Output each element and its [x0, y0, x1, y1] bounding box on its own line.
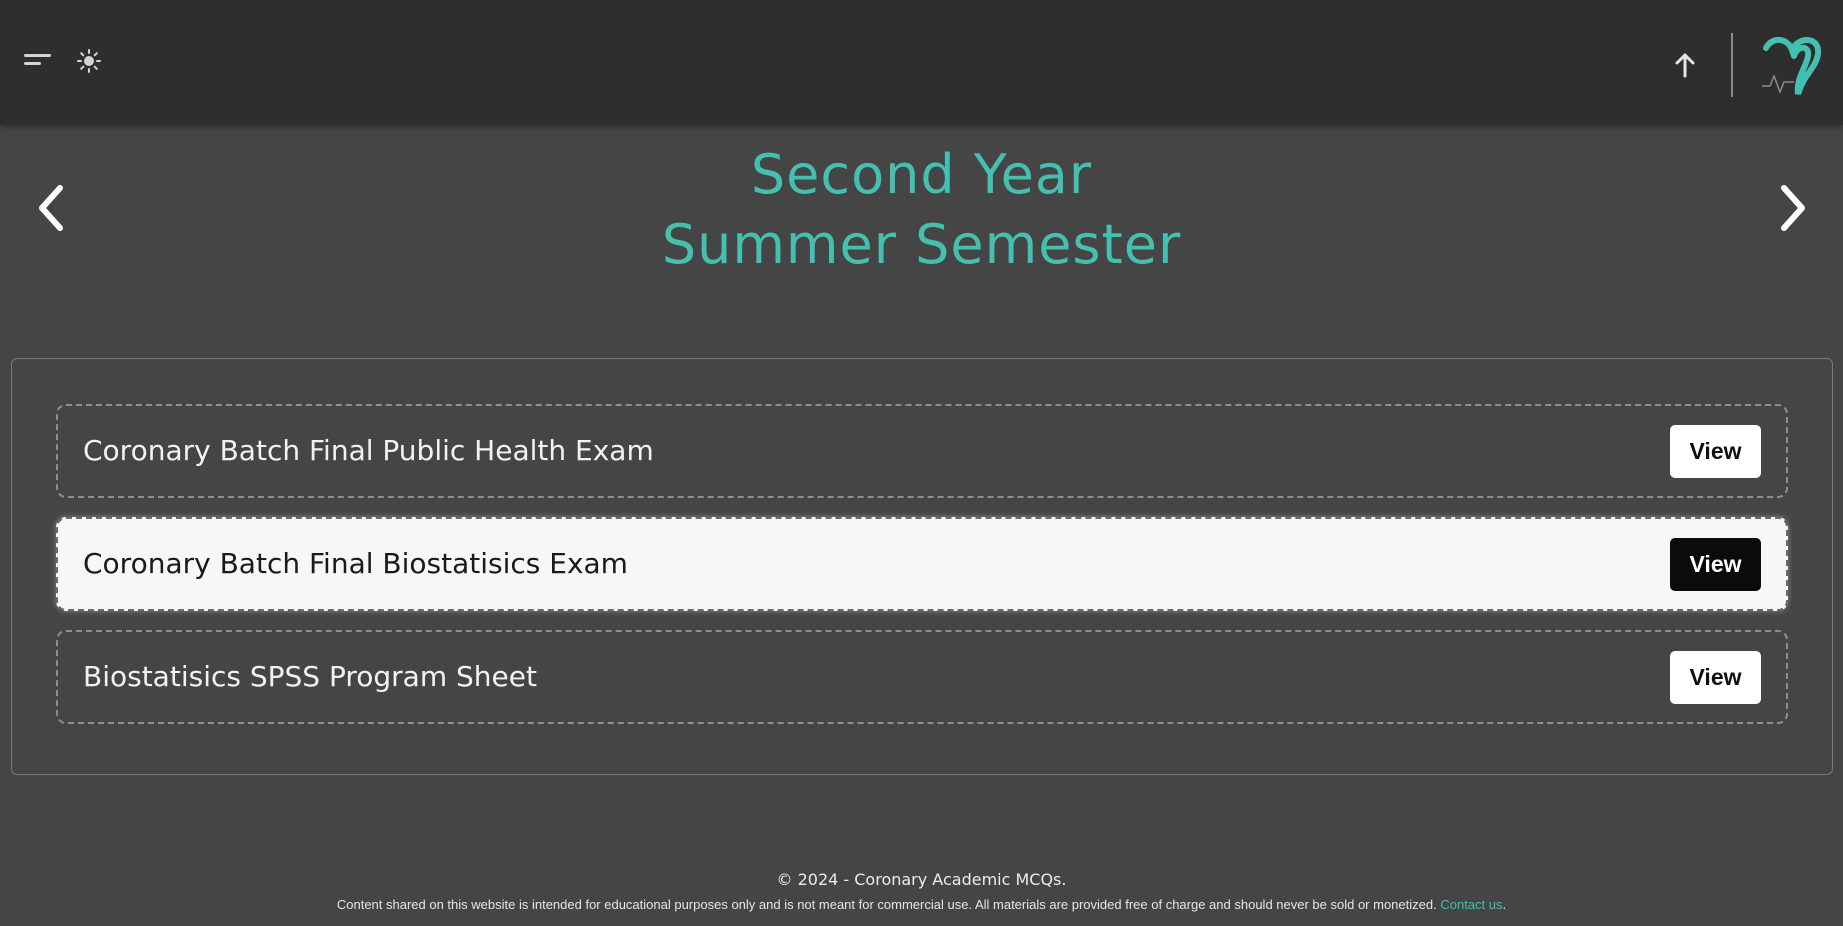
sun-icon[interactable] — [76, 48, 102, 74]
item-title: Biostatisics SPSS Program Sheet — [83, 660, 537, 693]
footer-copyright: © 2024 - Coronary Academic MCQs. — [776, 870, 1067, 889]
heading-semester: Summer Semester — [661, 213, 1182, 276]
item-title: Coronary Batch Final Public Health Exam — [83, 434, 654, 467]
list-item[interactable]: Biostatisics SPSS Program Sheet View — [56, 630, 1788, 724]
view-button[interactable]: View — [1670, 538, 1761, 591]
menu-icon[interactable] — [24, 50, 54, 70]
view-button[interactable]: View — [1670, 425, 1761, 478]
list-item[interactable]: Coronary Batch Final Public Health Exam … — [56, 404, 1788, 498]
disclaimer-end: . — [1502, 897, 1507, 912]
arrow-up-icon[interactable] — [1670, 50, 1700, 80]
view-button[interactable]: View — [1670, 651, 1761, 704]
exam-list-panel: Coronary Batch Final Public Health Exam … — [11, 358, 1833, 775]
heading-year: Second Year — [750, 143, 1093, 206]
item-title: Coronary Batch Final Biostatisics Exam — [83, 547, 628, 580]
page-heading: Second Year Summer Semester — [0, 140, 1843, 280]
coronary-heart-logo[interactable] — [1758, 34, 1822, 96]
header-divider — [1731, 33, 1733, 97]
footer-disclaimer: Content shared on this website is intend… — [0, 897, 1843, 912]
disclaimer-text: Content shared on this website is intend… — [336, 897, 1437, 912]
top-navbar — [0, 0, 1843, 125]
contact-link[interactable]: Contact us — [1440, 897, 1502, 912]
list-item[interactable]: Coronary Batch Final Biostatisics Exam V… — [56, 517, 1788, 611]
